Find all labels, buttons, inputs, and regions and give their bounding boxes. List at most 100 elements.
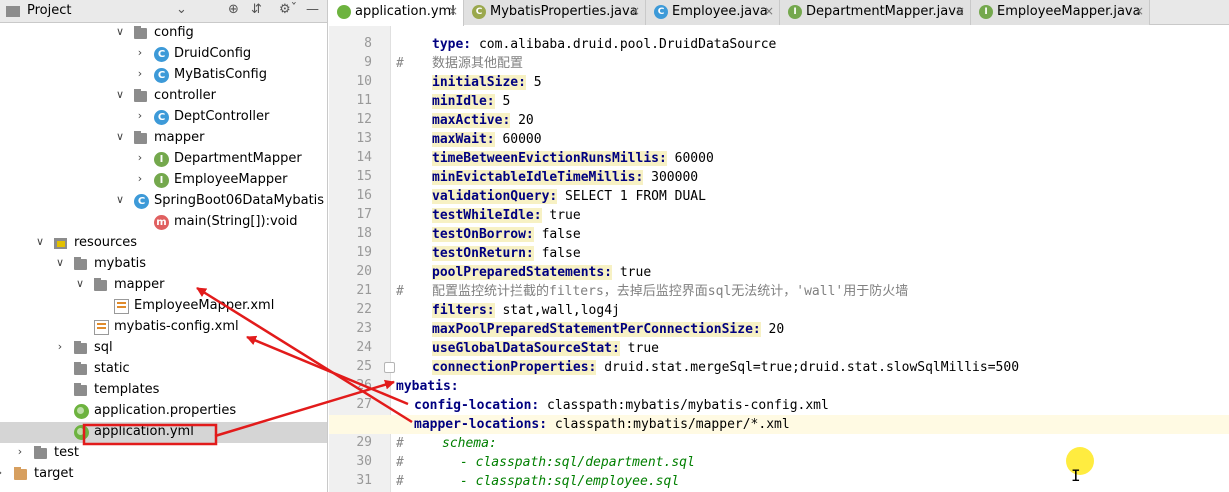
tab-employee-java[interactable]: C Employee.java × bbox=[646, 0, 780, 25]
tab-application-yml[interactable]: application.yml × bbox=[329, 0, 464, 26]
code-line[interactable]: timeBetweenEvictionRunsMillis: 60000 bbox=[329, 149, 1229, 168]
tree-item-mapper[interactable]: ∨ mapper bbox=[0, 275, 327, 296]
code-line[interactable]: initialSize: 5 bbox=[329, 73, 1229, 92]
tree-item-application-properties[interactable]: application.properties bbox=[0, 401, 327, 422]
code-line[interactable]: # - classpath:sql/department.sql bbox=[329, 453, 1229, 472]
code-line[interactable]: type: com.alibaba.druid.pool.DruidDataSo… bbox=[329, 35, 1229, 54]
close-icon[interactable]: × bbox=[1134, 4, 1144, 18]
collapsed-chevron-icon[interactable]: › bbox=[133, 46, 147, 59]
yaml-value: 60000 bbox=[666, 151, 714, 166]
expanded-chevron-icon[interactable]: ∨ bbox=[73, 277, 87, 290]
tree-item-resources[interactable]: ∨ resources bbox=[0, 233, 327, 254]
code-line[interactable]: minIdle: 5 bbox=[329, 92, 1229, 111]
code-line[interactable]: maxWait: 60000 bbox=[329, 130, 1229, 149]
project-folder-icon bbox=[6, 6, 20, 17]
yaml-key: mybatis: bbox=[396, 379, 459, 394]
code-line[interactable]: useGlobalDataSourceStat: true bbox=[329, 339, 1229, 358]
code-line[interactable]: validationQuery: SELECT 1 FROM DUAL bbox=[329, 187, 1229, 206]
spring-config-icon bbox=[337, 5, 351, 19]
code-line[interactable]: testOnReturn: false bbox=[329, 244, 1229, 263]
tree-item-departmentmapper[interactable]: › I DepartmentMapper bbox=[0, 149, 327, 170]
tree-item-label: mybatis bbox=[94, 256, 147, 271]
tree-item-label: MyBatisConfig bbox=[174, 67, 267, 82]
hide-panel-icon[interactable]: — bbox=[306, 2, 319, 17]
project-header: Project ⌄ ⊕ ⇵ ⚙ˇ — bbox=[0, 0, 327, 23]
close-icon[interactable]: × bbox=[630, 4, 640, 18]
editor-tab-bar: application.yml × C MybatisProperties.java ×… bbox=[329, 0, 1229, 26]
gear-icon[interactable]: ⚙ˇ bbox=[279, 2, 297, 17]
code-line[interactable]: # - classpath:sql/employee.sql bbox=[329, 472, 1229, 491]
close-icon[interactable]: × bbox=[764, 4, 774, 18]
expanded-chevron-icon[interactable]: ∨ bbox=[33, 235, 47, 248]
code-line[interactable]: # schema: bbox=[329, 434, 1229, 453]
tree-item-springboot06datamybatis[interactable]: ∨ C SpringBoot06DataMybatis bbox=[0, 191, 327, 212]
yaml-value: com.alibaba.druid.pool.DruidDataSource bbox=[471, 37, 777, 52]
code-editor[interactable]: 8910111213141516171819202122232425262728… bbox=[329, 26, 1229, 492]
comment-text: schema: bbox=[442, 436, 497, 451]
expanded-chevron-icon[interactable]: ∨ bbox=[113, 130, 127, 143]
code-line[interactable]: testWhileIdle: true bbox=[329, 206, 1229, 225]
code-line[interactable]: mapper-locations: classpath:mybatis/mapp… bbox=[329, 415, 1229, 434]
tab-departmentmapper-java[interactable]: I DepartmentMapper.java × bbox=[780, 0, 971, 25]
tree-item-test[interactable]: › test bbox=[0, 443, 327, 464]
project-view-title[interactable]: Project bbox=[27, 3, 71, 18]
tree-item-mapper[interactable]: ∨ mapper bbox=[0, 128, 327, 149]
view-dropdown-chevron-icon[interactable]: ⌄ bbox=[176, 2, 187, 17]
expanded-chevron-icon[interactable]: ∨ bbox=[53, 256, 67, 269]
code-line[interactable]: minEvictableIdleTimeMillis: 300000 bbox=[329, 168, 1229, 187]
close-icon[interactable]: × bbox=[448, 4, 458, 18]
tree-item-main-string-void[interactable]: m main(String[]):void bbox=[0, 212, 327, 233]
tab-employeemapper-java[interactable]: I EmployeeMapper.java × bbox=[971, 0, 1150, 25]
tree-item-templates[interactable]: templates bbox=[0, 380, 327, 401]
tab-mybatisproperties-java[interactable]: C MybatisProperties.java × bbox=[464, 0, 646, 25]
tree-item-static[interactable]: static bbox=[0, 359, 327, 380]
class-icon: C bbox=[154, 47, 169, 62]
code-line[interactable]: mybatis: bbox=[329, 377, 1229, 396]
yaml-key: useGlobalDataSourceStat: bbox=[432, 341, 620, 356]
collapsed-chevron-icon[interactable]: › bbox=[133, 109, 147, 122]
tree-item-druidconfig[interactable]: › C DruidConfig bbox=[0, 44, 327, 65]
scroll-from-source-icon[interactable]: ⊕ bbox=[228, 2, 239, 17]
expanded-chevron-icon[interactable]: ∨ bbox=[113, 25, 127, 38]
yaml-key: filters: bbox=[432, 303, 495, 318]
tree-item-mybatis[interactable]: ∨ mybatis bbox=[0, 254, 327, 275]
collapsed-chevron-icon[interactable]: › bbox=[133, 151, 147, 164]
tree-item-employeemapper[interactable]: › I EmployeeMapper bbox=[0, 170, 327, 191]
expanded-chevron-icon[interactable]: ∨ bbox=[113, 88, 127, 101]
code-line[interactable]: # 数据源其他配置 bbox=[329, 54, 1229, 73]
code-line[interactable]: maxPoolPreparedStatementPerConnectionSiz… bbox=[329, 320, 1229, 339]
code-line[interactable]: connectionProperties: druid.stat.mergeSq… bbox=[329, 358, 1229, 377]
code-line[interactable]: config-location: classpath:mybatis/mybat… bbox=[329, 396, 1229, 415]
yaml-key: initialSize: bbox=[432, 75, 526, 90]
collapsed-chevron-icon[interactable]: › bbox=[0, 466, 7, 479]
yaml-key: minEvictableIdleTimeMillis: bbox=[432, 170, 644, 185]
tree-item-sql[interactable]: › sql bbox=[0, 338, 327, 359]
collapsed-chevron-icon[interactable]: › bbox=[53, 340, 67, 353]
close-icon[interactable]: × bbox=[955, 4, 965, 18]
folder-icon bbox=[134, 89, 147, 102]
tree-item-application-yml[interactable]: application.yml bbox=[0, 422, 327, 443]
tree-item-target[interactable]: › target bbox=[0, 464, 327, 485]
code-line[interactable]: maxActive: 20 bbox=[329, 111, 1229, 130]
comment-text: 数据源其他配置 bbox=[432, 56, 524, 71]
code-line[interactable]: testOnBorrow: false bbox=[329, 225, 1229, 244]
tree-item-mybatis-config-xml[interactable]: mybatis-config.xml bbox=[0, 317, 327, 338]
tree-item-label: EmployeeMapper.xml bbox=[134, 298, 275, 313]
expanded-chevron-icon[interactable]: ∨ bbox=[113, 193, 127, 206]
code-line[interactable]: filters: stat,wall,log4j bbox=[329, 301, 1229, 320]
tree-item-controller[interactable]: ∨ controller bbox=[0, 86, 327, 107]
yaml-value: 20 bbox=[760, 322, 785, 337]
code-line[interactable]: poolPreparedStatements: true bbox=[329, 263, 1229, 282]
collapse-all-icon[interactable]: ⇵ bbox=[251, 2, 262, 17]
tree-item-deptcontroller[interactable]: › C DeptController bbox=[0, 107, 327, 128]
tree-item-mybatisconfig[interactable]: › C MyBatisConfig bbox=[0, 65, 327, 86]
yaml-value: true bbox=[541, 208, 581, 223]
collapsed-chevron-icon[interactable]: › bbox=[133, 67, 147, 80]
tree-item-config[interactable]: ∨ config bbox=[0, 23, 327, 44]
collapsed-chevron-icon[interactable]: › bbox=[13, 445, 27, 458]
tree-item-employeemapper-xml[interactable]: EmployeeMapper.xml bbox=[0, 296, 327, 317]
yaml-key: maxPoolPreparedStatementPerConnectionSiz… bbox=[432, 322, 761, 337]
collapsed-chevron-icon[interactable]: › bbox=[133, 172, 147, 185]
tree-item-label: mapper bbox=[114, 277, 165, 292]
code-line[interactable]: # 配置监控统计拦截的filters，去掉后监控界面sql无法统计，'wall'用… bbox=[329, 282, 1229, 301]
